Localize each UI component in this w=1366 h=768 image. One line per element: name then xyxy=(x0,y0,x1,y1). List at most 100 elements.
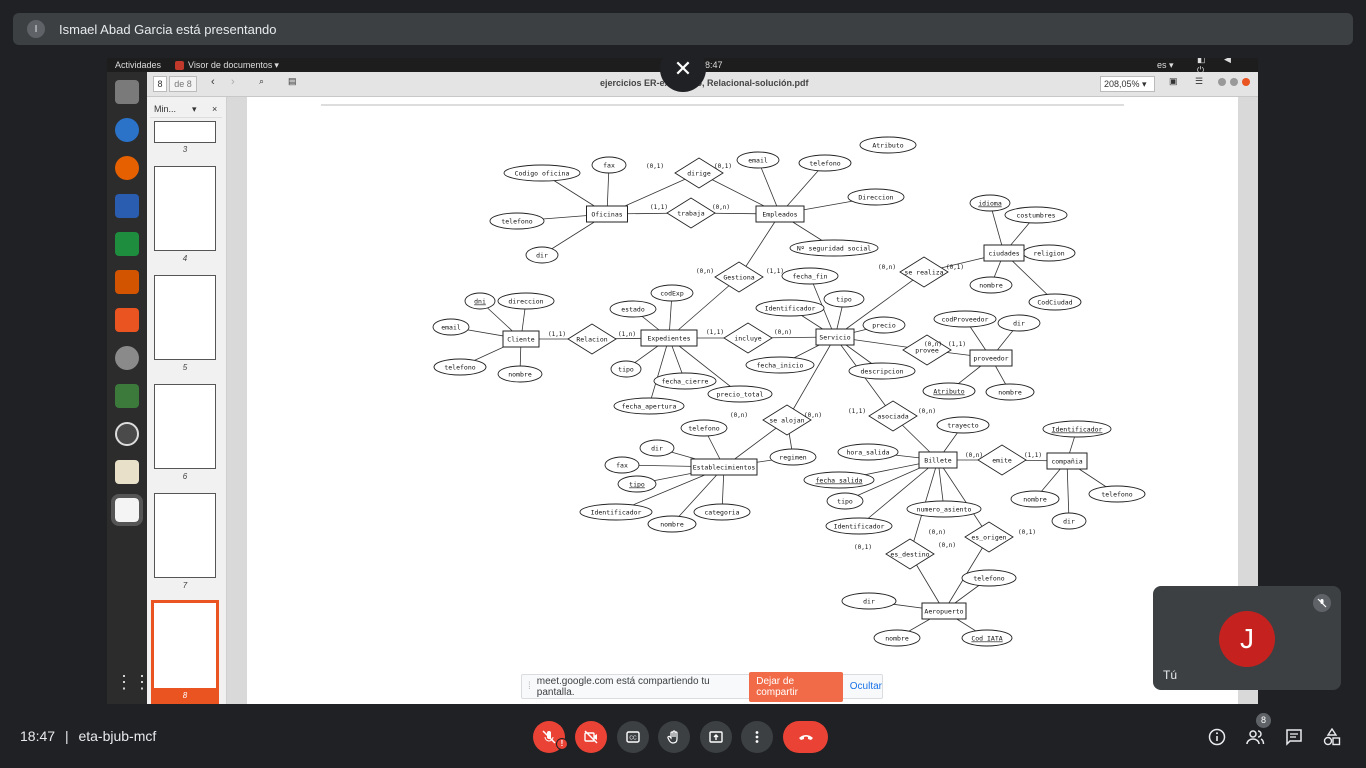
entity: ciudades xyxy=(983,244,1025,262)
cardinality: (0,1) xyxy=(1018,529,1036,536)
page-thumbnail[interactable] xyxy=(154,603,216,688)
self-video-tile: J Tú xyxy=(1153,586,1341,690)
page-thumbnail[interactable] xyxy=(154,166,216,251)
svg-text:es_origen: es_origen xyxy=(971,534,1006,542)
chat-button[interactable] xyxy=(1284,727,1304,747)
svg-text:trabaja: trabaja xyxy=(677,210,704,218)
attribute: fax xyxy=(591,156,627,174)
attribute: nombre xyxy=(647,515,697,533)
maximize-icon[interactable] xyxy=(1230,78,1238,86)
updater-icon[interactable] xyxy=(115,422,139,446)
video-icon[interactable] xyxy=(115,384,139,408)
calc-icon[interactable] xyxy=(115,232,139,256)
svg-text:Identificador: Identificador xyxy=(1052,426,1103,434)
next-page-icon[interactable]: › xyxy=(231,76,235,88)
attribute: CodCiudad xyxy=(1028,293,1082,311)
self-avatar: J xyxy=(1219,611,1275,667)
page-thumbnail[interactable] xyxy=(154,121,216,143)
hamburger-menu-icon[interactable]: ☰ xyxy=(1195,76,1203,87)
chromium-icon[interactable] xyxy=(115,118,139,142)
close-presentation-button[interactable]: ✕ xyxy=(660,46,706,92)
presenter-avatar: I xyxy=(27,20,45,38)
microphone-button[interactable]: ! xyxy=(533,721,568,753)
page-thumbnail[interactable] xyxy=(154,384,216,469)
app-grid-icon[interactable]: ⋮⋮⋮ xyxy=(115,670,169,694)
page-thumbnail[interactable] xyxy=(154,275,216,360)
language-indicator[interactable]: es ▾ xyxy=(1157,60,1174,71)
svg-text:Establecimientos: Establecimientos xyxy=(693,464,756,472)
camera-button[interactable] xyxy=(575,721,607,753)
attribute: fecha_salida xyxy=(803,471,875,489)
svg-text:Aeropuerto: Aeropuerto xyxy=(924,608,963,616)
present-button[interactable] xyxy=(700,721,732,753)
close-window-icon[interactable] xyxy=(1242,78,1250,86)
attribute: numero_asiento xyxy=(906,500,982,518)
prev-page-icon[interactable]: ‹ xyxy=(211,76,215,88)
attribute: nombre xyxy=(969,276,1013,294)
selected-thumb-highlight[interactable]: 8 xyxy=(151,600,219,704)
cardinality: (0,1) xyxy=(646,163,664,170)
software-center-icon[interactable] xyxy=(115,308,139,332)
activities-button[interactable]: Actividades xyxy=(115,60,161,70)
svg-text:precio: precio xyxy=(872,322,896,330)
svg-text:hora_salida: hora_salida xyxy=(846,449,889,457)
rotate-icon[interactable]: ▣ xyxy=(1169,76,1178,87)
captions-button[interactable]: CC xyxy=(617,721,649,753)
firefox-icon[interactable] xyxy=(115,156,139,180)
cardinality: (0,n) xyxy=(712,204,730,211)
files-icon[interactable] xyxy=(115,80,139,104)
info-icon xyxy=(1208,728,1226,746)
participants-button[interactable]: 8 xyxy=(1245,713,1271,747)
entity: Expedientes xyxy=(640,329,698,347)
svg-text:ciudades: ciudades xyxy=(988,250,1019,258)
svg-text:fecha_apertura: fecha_apertura xyxy=(622,403,677,411)
svg-text:Atributo: Atributo xyxy=(872,142,903,150)
text-editor-icon[interactable] xyxy=(115,460,139,484)
settings-icon[interactable] xyxy=(115,346,139,370)
zoom-select[interactable]: 208,05% ▾ xyxy=(1100,76,1155,92)
raise-hand-button[interactable] xyxy=(658,721,690,753)
more-options-button[interactable] xyxy=(741,721,773,753)
search-icon[interactable]: ⌕ xyxy=(259,76,264,87)
hang-up-icon xyxy=(798,735,813,740)
svg-text:religion: religion xyxy=(1033,250,1064,258)
svg-text:categoria: categoria xyxy=(704,509,739,517)
leave-call-button[interactable] xyxy=(783,721,828,753)
hide-button[interactable]: Ocultar xyxy=(850,681,882,692)
cardinality: (0,n) xyxy=(965,452,983,459)
cardinality: (0,n) xyxy=(878,264,896,271)
stop-sharing-button[interactable]: Dejar de compartir xyxy=(749,671,843,702)
svg-text:Cliente: Cliente xyxy=(507,336,534,344)
meeting-details-button[interactable] xyxy=(1207,727,1227,747)
svg-text:es_destino: es_destino xyxy=(890,551,929,559)
thumb-label: 5 xyxy=(182,363,188,372)
shapes-icon xyxy=(1323,728,1341,746)
attribute: dir xyxy=(639,439,675,457)
svg-text:telefono: telefono xyxy=(688,425,719,433)
cardinality: (0,n) xyxy=(938,542,956,549)
clock[interactable]: 8:47 xyxy=(705,60,723,70)
svg-text:Nº seguridad social: Nº seguridad social xyxy=(797,245,871,253)
meeting-code[interactable]: eta-bjub-mcf xyxy=(78,728,156,744)
thumb-label: 7 xyxy=(182,581,188,590)
svg-text:precio_total: precio_total xyxy=(717,391,764,399)
page-thumbnail[interactable] xyxy=(154,493,216,578)
impress-icon[interactable] xyxy=(115,270,139,294)
document-title: ejercicios ER-extendido, Relacional-solu… xyxy=(600,78,809,88)
presenter-banner: I Ismael Abad Garcia está presentando xyxy=(13,13,1353,45)
svg-text:email: email xyxy=(441,324,461,332)
document-viewer-dock-icon[interactable] xyxy=(111,494,143,526)
entity: Servicio xyxy=(815,328,855,346)
cardinality: (0,n) xyxy=(918,408,936,415)
svg-text:tipo: tipo xyxy=(836,296,852,304)
minimize-icon[interactable] xyxy=(1218,78,1226,86)
activities-button-meet[interactable] xyxy=(1322,727,1342,747)
app-menu[interactable]: Visor de documentos ▾ xyxy=(175,60,279,71)
writer-icon[interactable] xyxy=(115,194,139,218)
annotation-icon[interactable]: ▤ xyxy=(288,76,297,87)
attribute: Cod_IATA xyxy=(961,629,1013,647)
alert-badge: ! xyxy=(556,738,568,750)
sidebar-mode-select[interactable]: Min... ▾ × xyxy=(150,100,222,118)
drag-handle-icon[interactable]: ⁞ xyxy=(528,681,531,692)
page-number-input[interactable]: 8 xyxy=(153,76,167,92)
